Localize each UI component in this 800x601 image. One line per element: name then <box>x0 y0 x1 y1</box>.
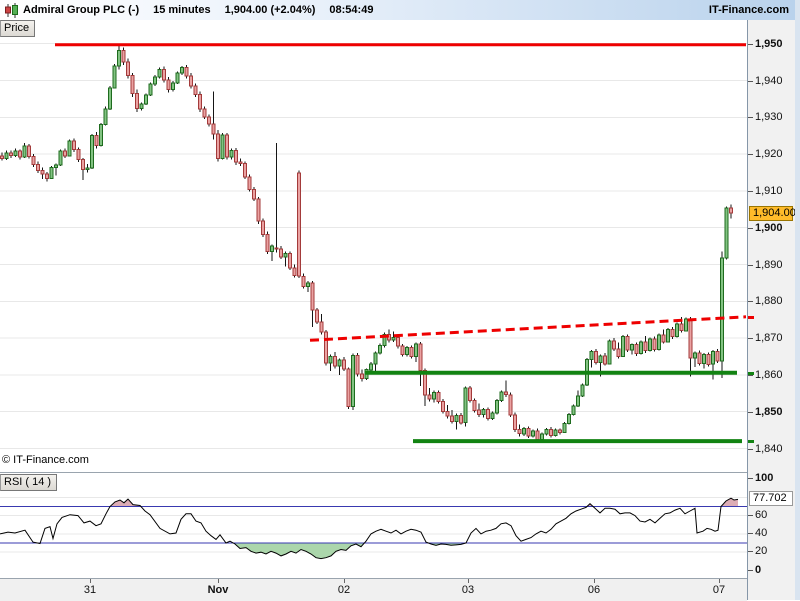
time-axis-tick <box>344 579 345 583</box>
time-axis-label: Nov <box>207 584 229 596</box>
level-axis-marker <box>748 371 754 375</box>
price-axis-tick <box>748 227 753 229</box>
price-axis-label: 1,930 <box>755 111 783 124</box>
clock: 08:54:49 <box>329 4 374 16</box>
rsi-axis-tick <box>748 514 753 516</box>
price-chart-canvas[interactable] <box>0 20 747 472</box>
rsi-axis-label: 60 <box>755 508 768 521</box>
price-axis-tick <box>748 80 753 82</box>
rsi-axis-tick <box>748 478 753 479</box>
last-price-badge: 1,904.00 <box>749 206 796 221</box>
price-axis-tick <box>748 43 753 45</box>
tab-price[interactable]: Price <box>0 20 36 37</box>
rsi-axis-tick <box>748 551 753 553</box>
chart-window: { "header": { "title": "Admiral Group PL… <box>0 0 800 601</box>
price-axis-label: 1,920 <box>755 148 783 161</box>
price-axis-label: 1,850 <box>755 405 783 418</box>
time-axis-label: 02 <box>337 584 351 596</box>
price-axis-tick <box>748 190 753 192</box>
rsi-value-badge: 77.702 <box>749 491 793 506</box>
time-axis[interactable]: 31 Nov 02 03 06 07 <box>0 578 747 601</box>
price-axis-label: 1,840 <box>755 442 783 455</box>
instrument-name: Admiral Group PLC (-) <box>23 4 140 16</box>
price-axis-tick <box>748 301 753 303</box>
price-axis-label: 1,870 <box>755 332 783 345</box>
time-axis-tick <box>468 579 469 583</box>
time-axis-label: 03 <box>461 584 475 596</box>
rsi-axis-label: 40 <box>755 526 768 539</box>
time-axis-label: 31 <box>83 584 97 596</box>
price-axis-tick <box>748 264 753 266</box>
rsi-axis-tick <box>748 532 753 534</box>
rsi-axis-label: 0 <box>755 563 762 576</box>
price-axis-tick <box>748 117 753 119</box>
time-axis-tick <box>594 579 595 583</box>
price-axis-tick <box>748 338 753 340</box>
time-axis-tick <box>90 579 91 583</box>
title-bar: Admiral Group PLC (-) 15 minutes 1,904.0… <box>0 0 795 21</box>
rsi-indicator-panel[interactable]: RSI ( 14 ) <box>0 472 747 579</box>
timeframe-label: 15 minutes <box>153 4 211 16</box>
level-axis-marker <box>748 315 754 319</box>
price-axis-tick <box>748 411 753 413</box>
price-axis-label: 1,910 <box>755 184 783 197</box>
price-axis-label: 1,950 <box>755 37 783 50</box>
time-axis-tick <box>719 579 720 583</box>
time-axis-tick <box>218 579 219 583</box>
price-chart-panel[interactable]: Price © IT-Finance.com <box>0 20 747 472</box>
level-axis-marker <box>748 440 754 444</box>
candlestick-icon <box>5 2 18 18</box>
copyright-watermark: © IT-Finance.com <box>2 454 89 466</box>
price-axis-label: 1,890 <box>755 258 783 271</box>
brand-logo: IT-Finance.com <box>708 4 789 16</box>
window-edge <box>795 0 800 600</box>
tab-rsi[interactable]: RSI ( 14 ) <box>0 474 58 491</box>
price-axis-label: 1,940 <box>755 74 783 87</box>
time-axis-label: 06 <box>587 584 601 596</box>
rsi-axis-label: 100 <box>755 472 774 484</box>
time-axis-label: 07 <box>712 584 726 596</box>
rsi-axis-label: 20 <box>755 545 768 558</box>
price-axis-label: 1,900 <box>755 221 783 234</box>
price-axis-label: 1,880 <box>755 295 783 308</box>
rsi-chart-canvas[interactable] <box>0 473 747 579</box>
price-axis-label: 1,860 <box>755 368 783 381</box>
price-axis-tick <box>748 154 753 156</box>
price-axis-tick <box>748 374 753 376</box>
rsi-axis-tick <box>748 569 753 571</box>
last-quote: 1,904.00 (+2.04%) <box>224 4 316 16</box>
price-axis-tick <box>748 448 753 450</box>
value-axis[interactable]: 1,904.00 77.702 1,840 1,850 1,860 1,870 1,88… <box>747 20 796 600</box>
